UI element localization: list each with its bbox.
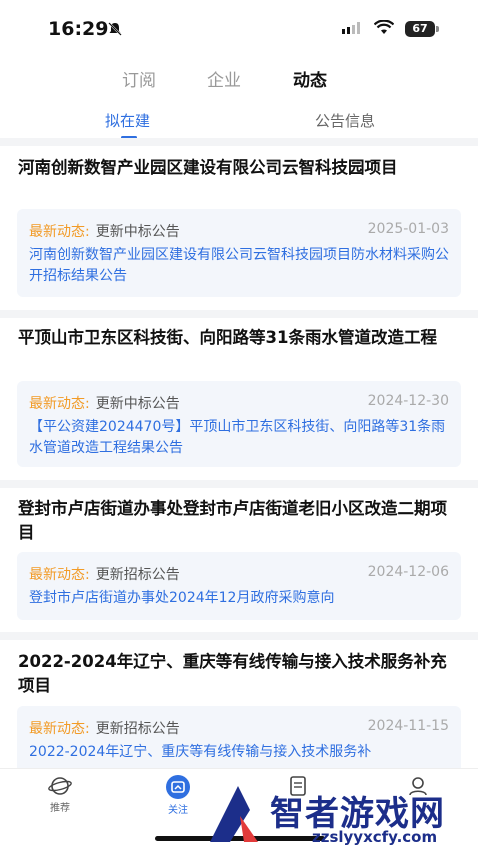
update-description[interactable]: 登封市卢店街道办事处2024年12月政府采购意向 xyxy=(29,588,449,609)
latest-update-box[interactable]: 最新动态: 更新招标公告 2024-11-15 2022-2024年辽宁、重庆等有… xyxy=(17,706,461,776)
nav-recommend[interactable]: 推荐 xyxy=(30,775,90,814)
tab-planned-construction[interactable]: 拟在建 xyxy=(105,110,150,131)
update-header: 最新动态: 更新招标公告 2024-11-15 xyxy=(29,718,449,740)
project-title: 2022-2024年辽宁、重庆等有线传输与接入技术服务补充项目 xyxy=(18,652,447,695)
update-type: 更新招标公告 xyxy=(95,721,180,737)
status-time: 16:29 xyxy=(48,18,109,40)
planet-icon xyxy=(48,777,72,795)
tab-company[interactable]: 企业 xyxy=(207,66,241,91)
tab-announcements[interactable]: 公告信息 xyxy=(315,110,375,131)
latest-update-box[interactable]: 最新动态: 更新招标公告 2024-12-06 登封市卢店街道办事处2024年12… xyxy=(17,552,461,620)
follow-icon xyxy=(166,775,190,799)
battery-tip xyxy=(436,26,439,32)
divider xyxy=(0,632,478,640)
update-date: 2024-12-30 xyxy=(367,393,449,409)
latest-label: 最新动态: xyxy=(29,721,90,737)
top-tab-bar: 订阅 企业 动态 xyxy=(0,66,478,92)
update-header: 最新动态: 更新中标公告 2025-01-03 xyxy=(29,221,449,243)
tab-subscribe[interactable]: 订阅 xyxy=(122,66,156,91)
update-description[interactable]: 2022-2024年辽宁、重庆等有线传输与接入技术服务补 xyxy=(29,742,449,763)
nav-label: 关注 xyxy=(168,805,188,816)
update-header: 最新动态: 更新中标公告 2024-12-30 xyxy=(29,393,449,415)
update-description[interactable]: 河南创新数智产业园区建设有限公司云智科技园项目防水材料采购公开招标结果公告 xyxy=(29,245,449,287)
tab-dynamics[interactable]: 动态 xyxy=(293,66,327,91)
nav-label: 推荐 xyxy=(50,803,70,814)
update-type: 更新招标公告 xyxy=(95,567,180,583)
divider xyxy=(0,310,478,318)
update-type: 更新中标公告 xyxy=(95,396,180,412)
latest-label: 最新动态: xyxy=(29,396,90,412)
bell-muted-icon xyxy=(108,22,122,36)
update-date: 2025-01-03 xyxy=(367,221,449,237)
update-type: 更新中标公告 xyxy=(95,224,180,240)
wifi-icon xyxy=(374,20,394,34)
latest-label: 最新动态: xyxy=(29,224,90,240)
watermark-logo-icon xyxy=(210,786,258,842)
project-title: 河南创新数智产业园区建设有限公司云智科技园项目 xyxy=(18,158,398,177)
latest-update-box[interactable]: 最新动态: 更新中标公告 2024-12-30 【平公资建2024470号】平顶山… xyxy=(17,381,461,467)
update-date: 2024-11-15 xyxy=(367,718,449,734)
update-header: 最新动态: 更新招标公告 2024-12-06 xyxy=(29,564,449,586)
latest-update-box[interactable]: 最新动态: 更新中标公告 2025-01-03 河南创新数智产业园区建设有限公司云… xyxy=(17,209,461,297)
signal-icon xyxy=(342,22,360,34)
project-title: 登封市卢店街道办事处登封市卢店街道老旧小区改造二期项目 xyxy=(18,499,447,542)
watermark-url: zzslyyxcfy.com xyxy=(312,828,438,846)
status-bar: 16:29 67 xyxy=(0,0,478,58)
watermark: 智者游戏网 zzslyyxcfy.com xyxy=(200,776,478,850)
divider xyxy=(0,138,478,146)
divider xyxy=(0,480,478,488)
latest-label: 最新动态: xyxy=(29,567,90,583)
sub-tab-bar: 拟在建 公告信息 xyxy=(0,110,478,139)
project-title: 平顶山市卫东区科技街、向阳路等31条雨水管道改造工程 xyxy=(18,328,437,347)
battery-indicator: 67 xyxy=(405,21,435,37)
update-description[interactable]: 【平公资建2024470号】平顶山市卫东区科技街、向阳路等31条雨水管道改造工程… xyxy=(29,417,449,459)
nav-follow[interactable]: 关注 xyxy=(148,775,208,816)
update-date: 2024-12-06 xyxy=(367,564,449,580)
